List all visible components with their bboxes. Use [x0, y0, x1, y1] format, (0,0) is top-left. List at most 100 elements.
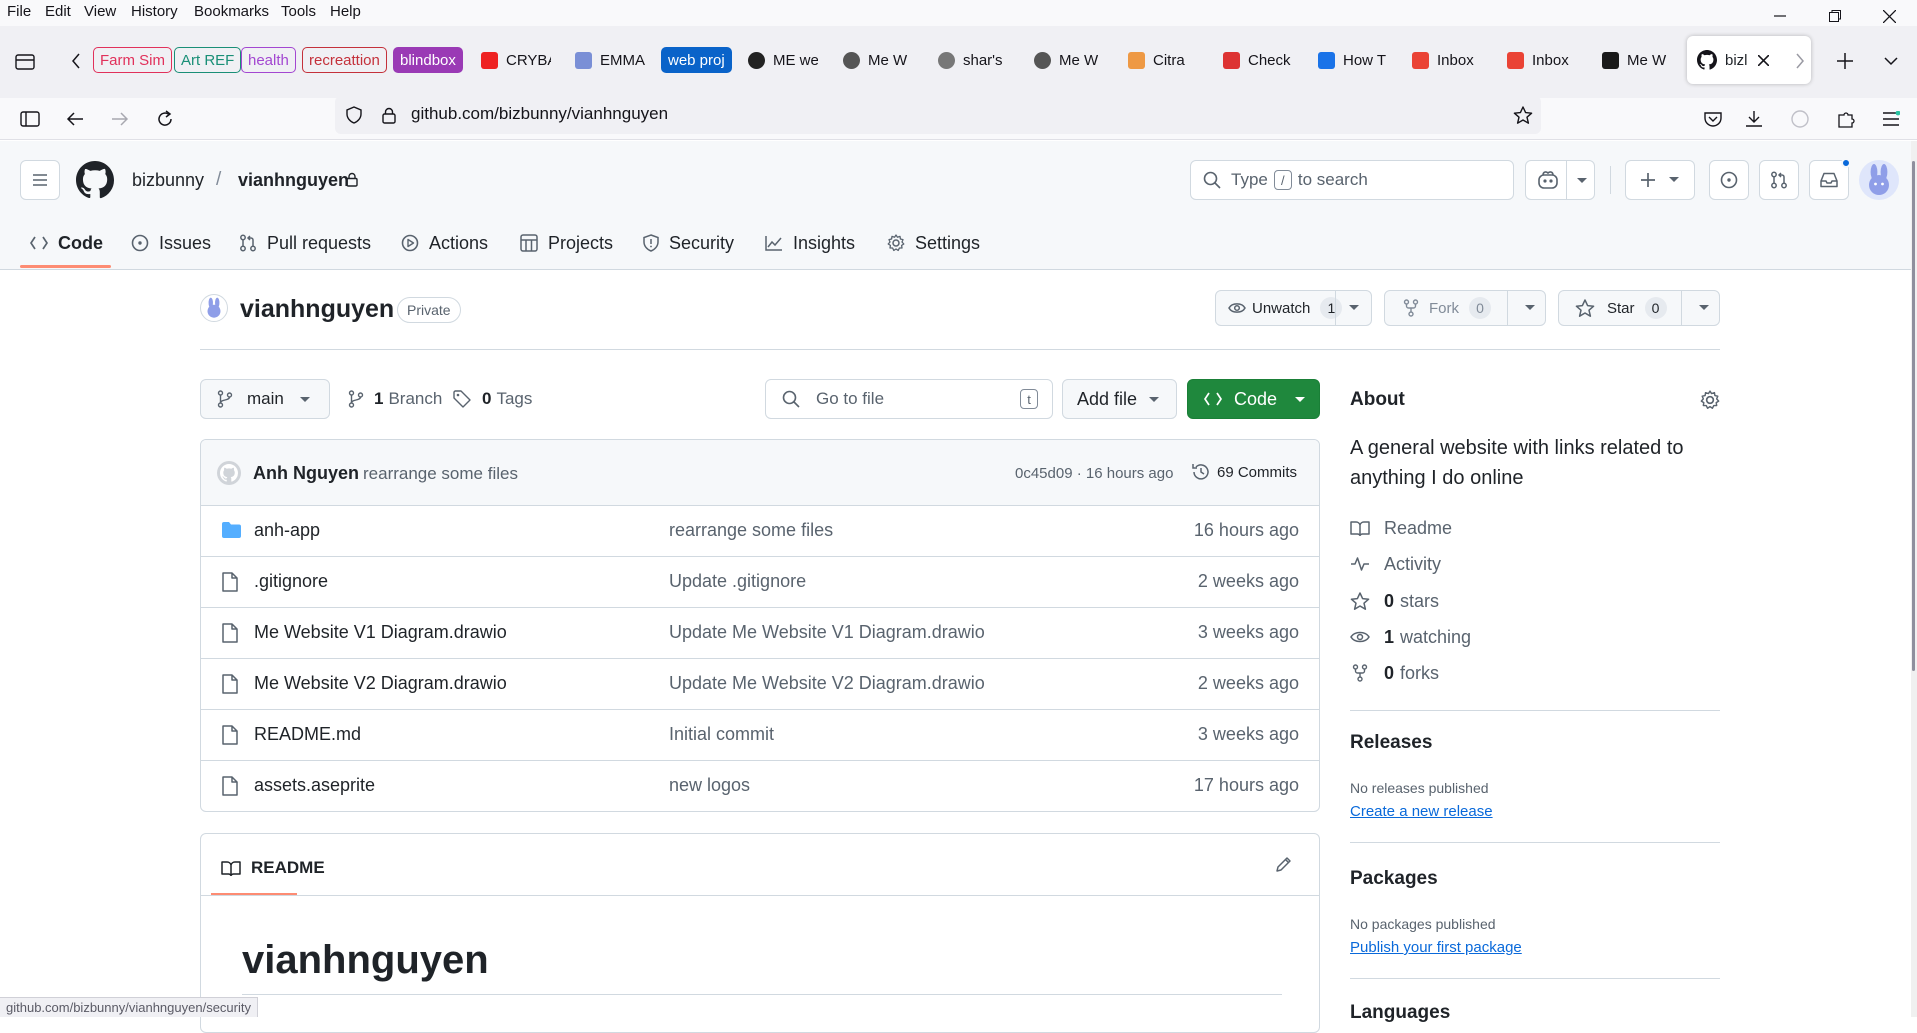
scroll-tabs-left-button[interactable] — [66, 50, 86, 72]
commits-link[interactable]: 69 Commits — [1191, 462, 1297, 482]
gear-icon[interactable] — [1700, 390, 1720, 410]
issues-button[interactable] — [1709, 160, 1749, 200]
repo-link[interactable]: vianhnguyen — [238, 170, 349, 191]
commit-message[interactable]: rearrange some files — [363, 464, 518, 484]
file-row[interactable]: anh-app rearrange some files 16 hours ag… — [201, 506, 1319, 557]
create-release-link[interactable]: Create a new release — [1350, 803, 1493, 820]
file-name[interactable]: Me Website V2 Diagram.drawio — [254, 673, 507, 694]
stars-link[interactable]: 0 stars — [1350, 589, 1439, 613]
file-row[interactable]: Me Website V1 Diagram.drawio Update Me W… — [201, 608, 1319, 659]
tab-inbox-2[interactable]: Inbox — [1507, 45, 1579, 75]
commit-meta[interactable]: 0c45d09 · 16 hours ago — [1015, 465, 1173, 482]
commit-author[interactable]: Anh Nguyen — [253, 463, 359, 484]
tab-how-t[interactable]: How T — [1318, 45, 1390, 75]
account-button[interactable] — [1788, 108, 1812, 130]
file-commit-message[interactable]: Initial commit — [669, 724, 774, 745]
tags-link[interactable]: 0 Tags — [453, 388, 532, 410]
menu-edit[interactable]: Edit — [45, 3, 71, 20]
tab-code[interactable]: Code — [30, 228, 103, 258]
pencil-icon[interactable] — [1275, 855, 1293, 873]
file-commit-message[interactable]: Update .gitignore — [669, 571, 806, 592]
tab-settings[interactable]: Settings — [887, 228, 980, 258]
bookmark-star-button[interactable] — [1512, 104, 1534, 126]
file-name[interactable]: .gitignore — [254, 571, 328, 592]
menu-help[interactable]: Help — [330, 3, 361, 20]
back-button[interactable] — [63, 108, 87, 130]
site-info-icon[interactable] — [378, 104, 400, 126]
pocket-button[interactable] — [1701, 108, 1725, 130]
tab-pull-requests[interactable]: Pull requests — [239, 228, 371, 258]
tab-cryba[interactable]: CRYBA — [481, 45, 551, 75]
publish-package-link[interactable]: Publish your first package — [1350, 939, 1522, 956]
forward-button[interactable] — [108, 108, 132, 130]
reload-button[interactable] — [153, 108, 177, 130]
tab-group-health[interactable]: health — [241, 45, 296, 75]
tab-me-w-3[interactable]: Me W — [1602, 45, 1674, 75]
file-commit-message[interactable]: Update Me Website V2 Diagram.drawio — [669, 673, 985, 694]
add-file-button[interactable]: Add file — [1062, 379, 1177, 419]
app-menu-button[interactable] — [1879, 108, 1903, 130]
create-new-button[interactable] — [1625, 160, 1695, 200]
repo-title[interactable]: vianhnguyen — [240, 295, 394, 324]
branches-link[interactable]: 1 Branch — [348, 388, 442, 410]
packages-heading[interactable]: Packages — [1350, 868, 1438, 890]
menu-file[interactable]: File — [7, 3, 31, 20]
branch-select-button[interactable]: main — [200, 379, 330, 419]
file-name[interactable]: Me Website V1 Diagram.drawio — [254, 622, 507, 643]
list-all-tabs-button[interactable] — [1880, 50, 1902, 72]
global-nav-menu-button[interactable] — [20, 160, 60, 200]
tab-group-web-proj[interactable]: web proj — [661, 45, 732, 75]
file-commit-message[interactable]: rearrange some files — [669, 520, 833, 541]
tab-citra[interactable]: Citra — [1128, 45, 1198, 75]
tab-me-w-2[interactable]: Me W — [1034, 45, 1104, 75]
tab-issues[interactable]: Issues — [131, 228, 211, 258]
tab-security[interactable]: Security — [643, 228, 734, 258]
releases-heading[interactable]: Releases — [1350, 732, 1432, 754]
tab-group-recreattion[interactable]: recreattion — [302, 45, 387, 75]
scrollbar-track[interactable] — [1911, 141, 1917, 1017]
unwatch-button[interactable]: Unwatch 1 — [1215, 290, 1372, 326]
inbox-button[interactable] — [1809, 158, 1851, 200]
tab-emma[interactable]: EMMA — [575, 45, 645, 75]
tab-shars[interactable]: shar's — [938, 45, 1008, 75]
tab-check[interactable]: Check — [1223, 45, 1295, 75]
firefox-view-button[interactable] — [12, 48, 38, 74]
menu-history[interactable]: History — [131, 3, 178, 20]
menu-bookmarks[interactable]: Bookmarks — [194, 3, 269, 20]
star-button[interactable]: Star 0 — [1558, 290, 1720, 326]
file-row[interactable]: .gitignore Update .gitignore 2 weeks ago — [201, 557, 1319, 608]
tab-actions[interactable]: Actions — [401, 228, 488, 258]
tab-group-art-ref[interactable]: Art REF — [174, 45, 242, 75]
tab-inbox-1[interactable]: Inbox — [1412, 45, 1484, 75]
sidebar-button[interactable] — [18, 108, 42, 130]
new-tab-button[interactable] — [1832, 48, 1858, 74]
search-input[interactable]: Type / to search — [1190, 160, 1514, 200]
close-tab-icon[interactable] — [1757, 54, 1769, 66]
pull-requests-button[interactable] — [1759, 160, 1799, 200]
scrollbar-thumb[interactable] — [1912, 161, 1915, 671]
activity-link[interactable]: Activity — [1350, 552, 1441, 576]
extensions-button[interactable] — [1834, 108, 1858, 130]
file-name[interactable]: anh-app — [254, 520, 320, 541]
file-row[interactable]: Me Website V2 Diagram.drawio Update Me W… — [201, 659, 1319, 710]
tracking-protection-icon[interactable] — [343, 104, 365, 126]
avatar[interactable] — [1859, 160, 1899, 200]
downloads-button[interactable] — [1742, 108, 1766, 130]
tab-group-farm-sim[interactable]: Farm Sim — [93, 45, 172, 75]
copilot-button[interactable] — [1525, 160, 1595, 200]
code-button[interactable]: Code — [1187, 379, 1320, 419]
readme-tab[interactable]: README — [221, 858, 325, 878]
menu-tools[interactable]: Tools — [281, 3, 316, 20]
tab-insights[interactable]: Insights — [765, 228, 855, 258]
file-commit-message[interactable]: new logos — [669, 775, 750, 796]
owner-link[interactable]: bizbunny — [132, 170, 204, 191]
scroll-tabs-right-button[interactable] — [1790, 50, 1810, 72]
readme-link[interactable]: Readme — [1350, 516, 1452, 540]
file-row[interactable]: README.md Initial commit 3 weeks ago — [201, 710, 1319, 761]
file-commit-message[interactable]: Update Me Website V1 Diagram.drawio — [669, 622, 985, 643]
go-to-file-input[interactable]: Go to file t — [765, 379, 1053, 419]
forks-link[interactable]: 0 forks — [1350, 661, 1439, 685]
fork-button[interactable]: Fork 0 — [1384, 290, 1546, 326]
menu-view[interactable]: View — [84, 3, 116, 20]
file-row[interactable]: assets.aseprite new logos 17 hours ago — [201, 761, 1319, 811]
